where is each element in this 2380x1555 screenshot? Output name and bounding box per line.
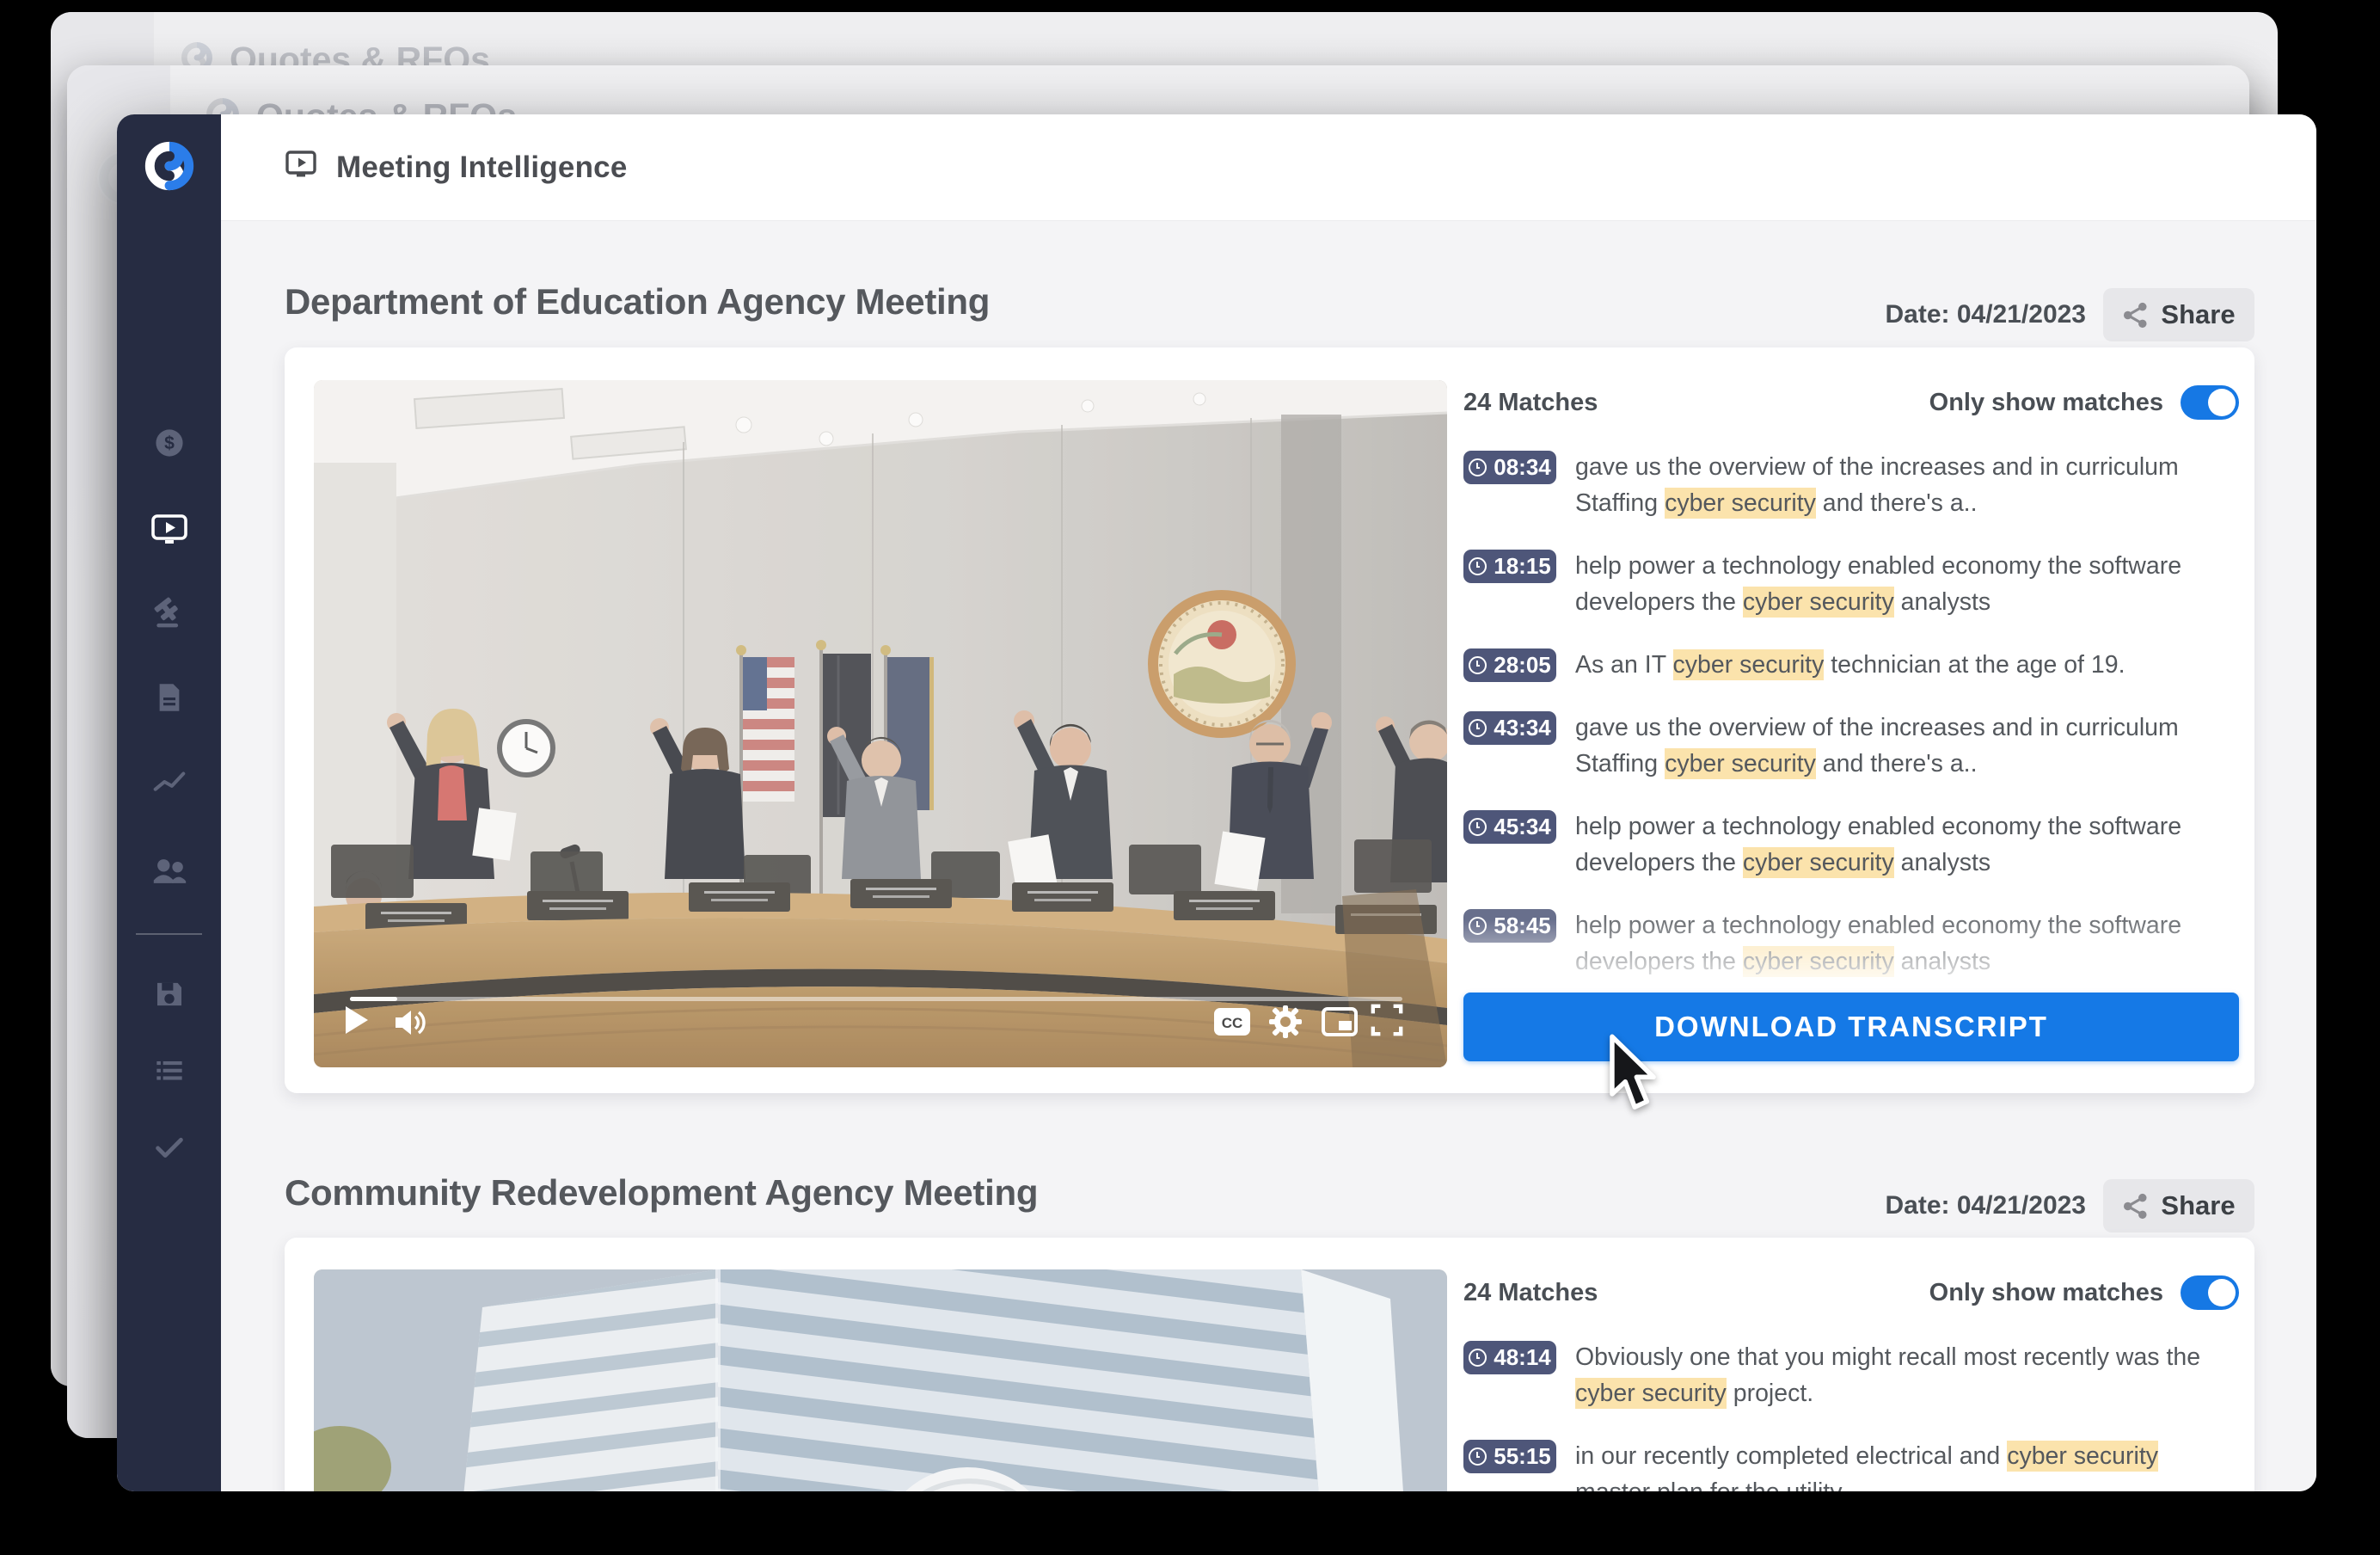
match-row: 58:45 help power a technology enabled eco…	[1463, 909, 2239, 980]
svg-text:$: $	[164, 433, 175, 453]
clock-icon	[1469, 917, 1487, 935]
sidebar: $	[117, 114, 221, 1491]
keyword-highlight: cyber security	[1673, 649, 1825, 680]
meeting-card: 24 Matches Only show matches 48:14 Obviou…	[285, 1238, 2254, 1491]
share-icon	[2122, 302, 2149, 329]
match-text: help power a technology enabled economy …	[1575, 907, 2237, 980]
app-window: $	[117, 114, 2316, 1491]
video-player[interactable]	[314, 1269, 1447, 1491]
clock-icon	[1469, 458, 1487, 476]
meeting-video-thumbnail	[314, 380, 1447, 1067]
clock-icon	[1469, 1447, 1487, 1466]
toggle-knob	[2208, 389, 2236, 416]
sidebar-item-people-icon[interactable]	[148, 849, 191, 892]
timestamp-badge[interactable]: 55:15	[1463, 1440, 1556, 1473]
match-row: 45:34 help power a technology enabled eco…	[1463, 810, 2239, 881]
matches-panel: 24 Matches Only show matches 48:14 Obviou…	[1463, 1274, 2239, 1491]
match-text: help power a technology enabled economy …	[1575, 808, 2237, 881]
timestamp-badge[interactable]: 43:34	[1463, 711, 1556, 745]
sidebar-item-gavel-icon[interactable]	[148, 591, 191, 634]
match-row: 28:05 As an IT cyber security technician …	[1463, 648, 2239, 683]
timestamp-badge[interactable]: 45:34	[1463, 810, 1556, 844]
match-row: 18:15 help power a technology enabled eco…	[1463, 550, 2239, 620]
match-text: Obviously one that you might recall most…	[1575, 1339, 2237, 1411]
sidebar-item-save-icon[interactable]	[148, 973, 191, 1016]
matches-count: 24 Matches	[1463, 1279, 1598, 1307]
sidebar-item-document-icon[interactable]	[148, 676, 191, 719]
toggle-knob	[2208, 1279, 2236, 1306]
sidebar-item-list-icon[interactable]	[148, 1049, 191, 1092]
match-text: gave us the overview of the increases an…	[1575, 710, 2237, 782]
svg-text:CC: CC	[1222, 1015, 1243, 1031]
clock-icon	[1469, 557, 1487, 575]
clock-icon	[1469, 1349, 1487, 1367]
volume-icon[interactable]	[393, 1006, 431, 1039]
meeting-date: Date: 04/21/2023	[1886, 300, 2087, 329]
match-row: 55:15 in our recently completed electrica…	[1463, 1440, 2239, 1491]
fullscreen-icon[interactable]	[1370, 1003, 1404, 1037]
section-title: Department of Education Agency Meeting	[285, 281, 990, 323]
settings-gear-icon[interactable]	[1268, 1005, 1303, 1039]
timestamp-badge[interactable]: 28:05	[1463, 648, 1556, 682]
timestamp-badge[interactable]: 08:34	[1463, 451, 1556, 484]
content-area: Department of Education Agency Meeting D…	[221, 221, 2316, 1491]
keyword-highlight: cyber security	[1743, 946, 1894, 977]
meeting-intelligence-icon	[285, 150, 317, 185]
sidebar-item-trending-chart-icon[interactable]	[148, 761, 191, 804]
match-row: 08:34 gave us the overview of the increas…	[1463, 451, 2239, 521]
matches-panel: 24 Matches Only show matches 08:34 gave u…	[1463, 384, 2239, 1008]
sidebar-item-meeting-intelligence-icon[interactable]	[148, 507, 191, 550]
sidebar-item-checkmark-icon[interactable]	[148, 1125, 191, 1168]
keyword-highlight: cyber security	[2007, 1441, 2158, 1472]
share-button[interactable]: Share	[2103, 1179, 2254, 1232]
match-text: As an IT cyber security technician at th…	[1575, 647, 2125, 683]
timestamp-badge[interactable]: 48:14	[1463, 1341, 1556, 1374]
timestamp-badge[interactable]: 18:15	[1463, 550, 1556, 583]
keyword-highlight: cyber security	[1665, 748, 1816, 779]
govspend-logo-icon[interactable]	[143, 139, 196, 193]
keyword-highlight: cyber security	[1665, 488, 1816, 519]
main-area: Meeting Intelligence Department of Educa…	[221, 114, 2316, 1491]
sidebar-divider	[136, 933, 202, 935]
match-list: 48:14 Obviously one that you might recall…	[1463, 1341, 2239, 1491]
match-text: gave us the overview of the increases an…	[1575, 449, 2237, 521]
clock-icon	[1469, 719, 1487, 737]
page-title: Meeting Intelligence	[336, 151, 628, 185]
video-progress-bar[interactable]	[350, 997, 1402, 1001]
match-row: 43:34 gave us the overview of the increas…	[1463, 711, 2239, 782]
keyword-highlight: cyber security	[1575, 1378, 1727, 1409]
download-transcript-button[interactable]: DOWNLOAD TRANSCRIPT	[1463, 993, 2239, 1061]
clock-icon	[1469, 656, 1487, 674]
captions-icon[interactable]: CC	[1213, 1007, 1251, 1036]
picture-in-picture-icon[interactable]	[1322, 1006, 1358, 1037]
match-text: in our recently completed electrical and…	[1575, 1438, 2237, 1491]
match-text: help power a technology enabled economy …	[1575, 548, 2237, 620]
match-list: 08:34 gave us the overview of the increas…	[1463, 451, 2239, 980]
building-video-thumbnail	[314, 1269, 1447, 1491]
video-progress-played	[350, 997, 397, 1001]
timestamp-badge[interactable]: 58:45	[1463, 909, 1556, 943]
keyword-highlight: cyber security	[1743, 847, 1894, 878]
only-show-matches-label: Only show matches	[1929, 1279, 2163, 1307]
clock-icon	[1469, 818, 1487, 836]
only-show-matches-toggle[interactable]	[2181, 1275, 2239, 1310]
section-title: Community Redevelopment Agency Meeting	[285, 1172, 1038, 1214]
meeting-date: Date: 04/21/2023	[1886, 1191, 2087, 1220]
sidebar-item-dollar-icon[interactable]: $	[148, 421, 191, 464]
play-button-icon[interactable]	[345, 1005, 369, 1035]
only-show-matches-toggle[interactable]	[2181, 385, 2239, 420]
only-show-matches-label: Only show matches	[1929, 389, 2163, 417]
share-icon	[2122, 1193, 2149, 1220]
share-button[interactable]: Share	[2103, 288, 2254, 341]
video-player[interactable]: CC	[314, 380, 1447, 1067]
keyword-highlight: cyber security	[1743, 587, 1894, 618]
matches-count: 24 Matches	[1463, 389, 1598, 417]
app-header: Meeting Intelligence	[221, 114, 2316, 221]
meeting-card: CC 24 Matches Only show matches 08:34gav	[285, 347, 2254, 1093]
match-row: 48:14 Obviously one that you might recall…	[1463, 1341, 2239, 1411]
